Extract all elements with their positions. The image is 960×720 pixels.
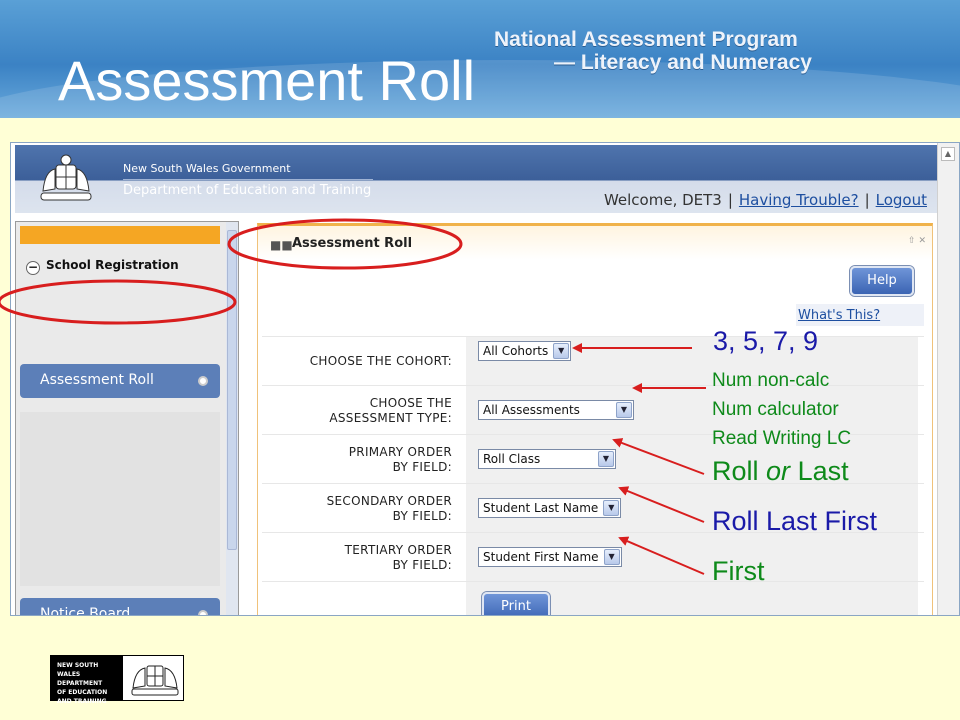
footer-crest-icon xyxy=(131,665,179,696)
nsw-crest-icon xyxy=(40,154,92,201)
cohort-select[interactable]: All Cohorts ▼ xyxy=(478,341,572,361)
sidebar-item-assessment-roll[interactable]: Assessment Roll xyxy=(20,364,220,398)
department-name: Department of Education and Training xyxy=(123,183,372,198)
assessment-type-select[interactable]: All Assessments ▼ xyxy=(478,400,634,420)
primary-order-select-value: Roll Class xyxy=(483,452,541,466)
help-button[interactable]: Help xyxy=(850,266,914,296)
panel-title: Assessment Roll xyxy=(292,236,413,251)
annotation-cohort: 3, 5, 7, 9 xyxy=(713,326,819,356)
gov-name: New South Wales Government xyxy=(123,162,291,175)
tertiary-order-cell: Student First Name ▼ xyxy=(466,533,918,582)
sidebar-scrollbar[interactable] xyxy=(226,222,238,615)
tertiary-order-select-value: Student First Name xyxy=(483,550,599,564)
program-title: National Assessment Program — Literacy a… xyxy=(494,28,812,74)
sidebar-top-bar xyxy=(20,226,220,244)
chevron-down-icon[interactable]: ▼ xyxy=(603,549,620,565)
whats-this-link[interactable]: What's This? xyxy=(796,304,924,326)
app-header: New South Wales Government Department of… xyxy=(15,145,937,213)
truck-icon: ■■ xyxy=(270,238,293,252)
annotation-type-line: Num non-calc xyxy=(712,370,830,391)
print-cell: Print xyxy=(466,582,918,615)
welcome-separator: | xyxy=(727,191,733,209)
slide-header: National Assessment Program — Literacy a… xyxy=(0,0,960,118)
annotation-primary-b: Last xyxy=(797,456,849,486)
cohort-label: CHOOSE THE COHORT: xyxy=(309,354,452,368)
secondary-order-select-value: Student Last Name xyxy=(483,501,599,515)
panel-controls-icon[interactable]: ⇧ ✕ xyxy=(908,236,926,246)
left-sidebar: − School Registration Assessment Roll Not… xyxy=(15,221,239,616)
annotation-secondary-order: Roll Last First xyxy=(712,506,878,536)
sidebar-scroll-thumb[interactable] xyxy=(227,230,237,550)
footer-logo-line: OF EDUCATION xyxy=(57,689,108,696)
slide-title: Assessment Roll xyxy=(58,49,476,112)
program-title-line1: National Assessment Program xyxy=(494,28,798,51)
tertiary-order-label: TERTIARY ORDER BY FIELD: xyxy=(344,542,452,572)
assessment-type-select-value: All Assessments xyxy=(483,403,580,417)
footer-logo-line: DEPARTMENT xyxy=(57,680,103,687)
sidebar-section-school-registration[interactable]: − School Registration xyxy=(26,258,179,275)
having-trouble-link[interactable]: Having Trouble? xyxy=(739,191,859,209)
chevron-down-icon[interactable]: ▼ xyxy=(616,402,632,418)
secondary-order-select[interactable]: Student Last Name ▼ xyxy=(478,498,622,518)
chevron-down-icon[interactable]: ▼ xyxy=(553,343,570,359)
welcome-bar: Welcome, DET3 | Having Trouble? | Logout xyxy=(604,191,927,209)
program-title-line2: — Literacy and Numeracy xyxy=(554,51,812,74)
annotation-primary-order: Roll or Last xyxy=(712,456,849,487)
sidebar-empty-pane xyxy=(20,412,220,586)
annotation-type-line: Read Writing LC xyxy=(712,428,852,449)
annotation-assessment-types: Num non-calc Num calculator Read Writing… xyxy=(712,366,851,453)
chevron-down-icon[interactable]: ▼ xyxy=(598,451,614,467)
tertiary-order-select[interactable]: Student First Name ▼ xyxy=(478,547,622,567)
logout-separator: | xyxy=(864,191,870,209)
chevron-down-icon[interactable]: ▼ xyxy=(603,500,620,516)
form-row-print: Print xyxy=(262,581,924,615)
cohort-select-value: All Cohorts xyxy=(483,344,549,358)
footer-logo: NEW SOUTH WALES DEPARTMENT OF EDUCATION … xyxy=(50,655,184,705)
annotation-primary-a: Roll xyxy=(712,456,759,486)
collapse-icon[interactable]: − xyxy=(26,261,40,275)
primary-order-select[interactable]: Roll Class ▼ xyxy=(478,449,616,469)
annotation-tertiary-order: First xyxy=(712,556,765,586)
page-scrollbar[interactable]: ▲ xyxy=(937,143,959,615)
secondary-order-label: SECONDARY ORDER BY FIELD: xyxy=(326,493,452,523)
footer-logo-line: AND TRAINING xyxy=(57,698,107,705)
annotation-primary-or: or xyxy=(766,456,791,486)
print-button[interactable]: Print xyxy=(482,592,550,615)
radio-dot-icon xyxy=(198,610,208,615)
sidebar-item-notice-board[interactable]: Notice Board xyxy=(20,598,220,616)
logout-link[interactable]: Logout xyxy=(876,191,927,209)
footer-logo-text: NEW SOUTH WALES DEPARTMENT OF EDUCATION … xyxy=(51,656,123,705)
welcome-text: Welcome, DET3 xyxy=(603,191,722,209)
sidebar-item-label: Assessment Roll xyxy=(40,372,154,388)
primary-order-label: PRIMARY ORDER BY FIELD: xyxy=(348,444,452,474)
form-row-tertiary-order: TERTIARY ORDER BY FIELD: Student First N… xyxy=(262,532,924,582)
sidebar-section-label: School Registration xyxy=(46,258,179,272)
scroll-up-icon[interactable]: ▲ xyxy=(941,147,955,161)
assessment-type-label: CHOOSE THE ASSESSMENT TYPE: xyxy=(329,395,452,425)
radio-dot-icon xyxy=(198,376,208,386)
footer-logo-line: NEW SOUTH WALES xyxy=(57,662,99,678)
annotation-type-line: Num calculator xyxy=(712,399,839,420)
sidebar-item-label: Notice Board xyxy=(40,606,131,616)
panel-header: ■■ Assessment Roll ⇧ ✕ xyxy=(258,226,932,260)
gov-divider xyxy=(123,179,373,180)
